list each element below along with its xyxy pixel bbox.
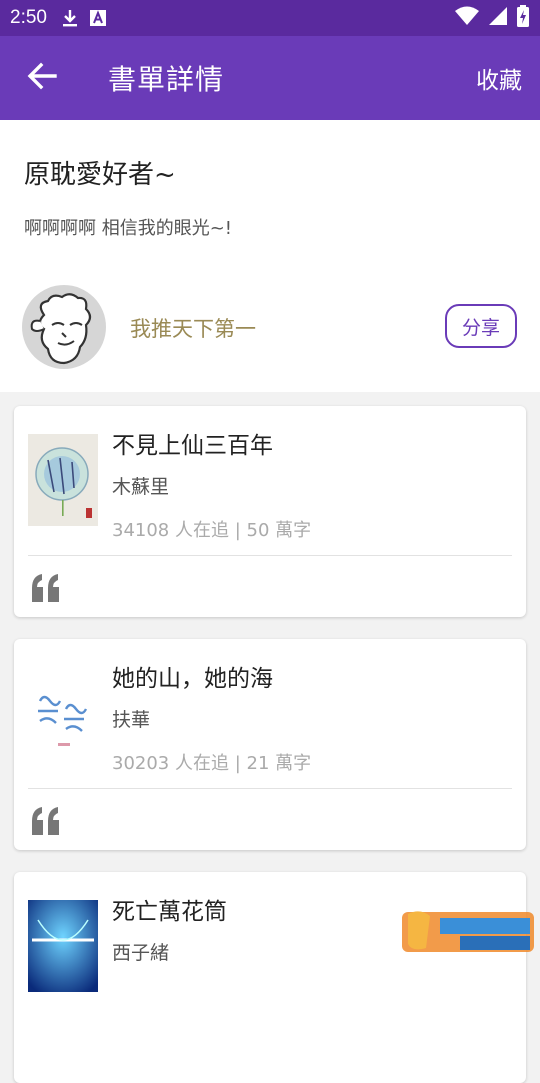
app-bar: 書單詳情 收藏 <box>0 36 540 120</box>
wifi-icon <box>454 6 480 30</box>
page-title: 書單詳情 <box>108 63 225 96</box>
favorite-button[interactable]: 收藏 <box>476 61 522 95</box>
book-card[interactable]: 死亡萬花筒 西子緒 <box>14 872 526 1083</box>
book-cover[interactable] <box>28 900 98 992</box>
status-time: 2:50 <box>10 7 47 28</box>
status-bar: 2:50 <box>0 0 540 36</box>
signal-icon <box>488 6 508 30</box>
divider <box>28 555 512 556</box>
quote-icon <box>30 574 62 606</box>
sheep-avatar-icon <box>30 293 92 365</box>
arrow-left-icon <box>27 62 57 94</box>
divider <box>28 788 512 789</box>
book-author: 西子緒 <box>112 942 170 964</box>
app-notification-icon <box>89 9 107 27</box>
quote-icon <box>30 807 62 839</box>
booklist-description: 啊啊啊啊 相信我的眼光~! <box>24 218 233 239</box>
book-card[interactable]: 她的山，她的海 扶華 30203 人在追 | 21 萬字 <box>14 639 526 850</box>
book-title: 不見上仙三百年 <box>112 433 273 459</box>
battery-icon <box>516 5 530 31</box>
share-button[interactable]: 分享 <box>445 304 517 348</box>
avatar[interactable] <box>22 285 106 369</box>
book-stats: 30203 人在追 | 21 萬字 <box>112 753 312 774</box>
book-author: 扶華 <box>112 709 151 731</box>
book-stats: 34108 人在追 | 50 萬字 <box>112 520 312 541</box>
book-card[interactable]: 不見上仙三百年 木蘇里 34108 人在追 | 50 萬字 <box>14 406 526 617</box>
book-author: 木蘇里 <box>112 476 170 498</box>
watermark-logo <box>400 908 536 956</box>
back-button[interactable] <box>0 36 84 120</box>
booklist-header: 原耽愛好者~ 啊啊啊啊 相信我的眼光~! 我推天下第一 分享 <box>0 120 540 392</box>
booklist-title: 原耽愛好者~ <box>24 160 176 190</box>
book-cover[interactable] <box>28 434 98 526</box>
book-title: 她的山，她的海 <box>112 666 273 692</box>
download-icon <box>61 8 79 28</box>
booklist-author[interactable]: 我推天下第一 <box>130 313 256 343</box>
book-title: 死亡萬花筒 <box>112 899 227 925</box>
book-cover[interactable] <box>28 667 98 759</box>
